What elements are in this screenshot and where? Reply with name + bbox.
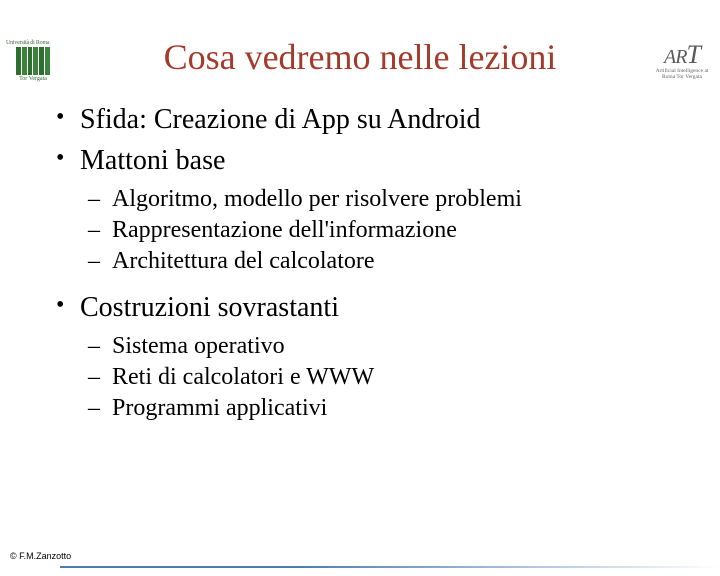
sub-bullet-item: Rappresentazione dell'informazione	[80, 215, 720, 246]
bullet-item: Sfida: Creazione di App su Android	[50, 102, 720, 137]
bullet-item: Mattoni base Algoritmo, modello per riso…	[50, 143, 720, 278]
art-logo-sub: Artificial Intelligence at Roma Tor Verg…	[650, 68, 714, 80]
sub-bullet-item: Algoritmo, modello per risolvere problem…	[80, 184, 720, 215]
footer: © F.M.Zanzotto	[10, 546, 720, 568]
copyright: © F.M.Zanzotto	[10, 551, 71, 561]
sub-bullet-item: Sistema operativo	[80, 331, 720, 362]
art-logo-text: ART	[650, 40, 714, 70]
bullet-text: Sfida: Creazione di App su Android	[80, 104, 481, 135]
bullet-text: Mattoni base	[80, 145, 225, 176]
art-logo: ART Artificial Intelligence at Roma Tor …	[650, 40, 714, 80]
bullet-item: Costruzioni sovrastanti Sistema operativ…	[50, 290, 720, 425]
uni-bars-icon	[16, 47, 50, 75]
sub-bullet-item: Reti di calcolatori e WWW	[80, 362, 720, 393]
sub-bullet-item: Programmi applicativi	[80, 393, 720, 424]
sub-bullet-item: Architettura del calcolatore	[80, 246, 720, 277]
slide-title: Cosa vedremo nelle lezioni	[0, 36, 720, 78]
footer-divider	[60, 566, 720, 568]
uni-bottom-label: Tor Vergata	[6, 76, 60, 82]
slide-body: Sfida: Creazione di App su Android Matto…	[50, 102, 720, 424]
uni-top-label: Università di Roma	[6, 40, 60, 46]
bullet-text: Costruzioni sovrastanti	[80, 292, 339, 323]
university-logo: Università di Roma Tor Vergata	[6, 40, 60, 82]
